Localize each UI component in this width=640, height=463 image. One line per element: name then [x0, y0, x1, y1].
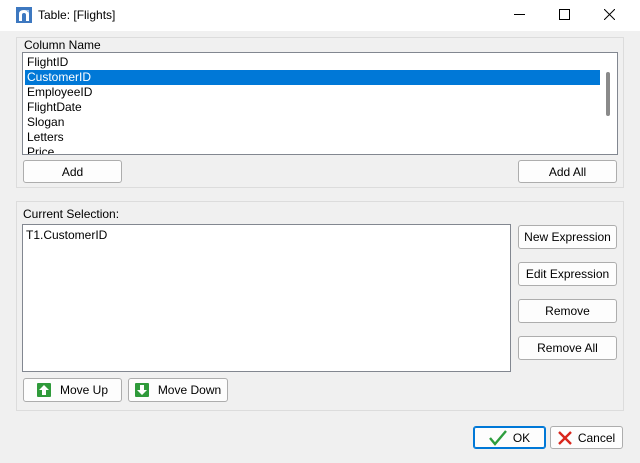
edit-expression-button[interactable]: Edit Expression — [518, 262, 617, 286]
column-name-label: Column Name — [24, 38, 101, 52]
new-expression-button[interactable]: New Expression — [518, 225, 617, 249]
move-down-button[interactable]: Move Down — [128, 378, 228, 402]
scrollbar-thumb[interactable] — [606, 72, 610, 116]
maximize-icon — [558, 8, 570, 23]
close-icon — [603, 8, 615, 23]
remove-button[interactable]: Remove — [518, 299, 617, 323]
ok-button[interactable]: OK — [473, 426, 546, 449]
column-name-list[interactable]: FlightID CustomerID EmployeeID FlightDat… — [22, 52, 618, 155]
list-item[interactable]: FlightDate — [25, 100, 600, 115]
list-item[interactable]: Slogan — [25, 115, 600, 130]
title-bar: Table: [Flights] — [0, 0, 640, 31]
list-item[interactable]: EmployeeID — [25, 85, 600, 100]
list-item[interactable]: Letters — [25, 130, 600, 145]
current-selection-list[interactable]: T1.CustomerID — [22, 224, 511, 372]
ok-label: OK — [512, 430, 531, 445]
minimize-icon — [513, 9, 525, 23]
x-icon — [557, 430, 572, 445]
list-item[interactable]: T1.CustomerID — [26, 228, 107, 242]
remove-all-button[interactable]: Remove All — [518, 336, 617, 360]
current-selection-label: Current Selection: — [23, 207, 120, 221]
arrow-up-icon — [36, 383, 51, 397]
move-up-button[interactable]: Move Up — [23, 378, 122, 402]
close-button[interactable] — [586, 0, 632, 31]
move-up-label: Move Up — [59, 383, 109, 397]
cancel-label: Cancel — [577, 430, 616, 445]
cancel-button[interactable]: Cancel — [550, 426, 623, 449]
table-app-icon — [16, 7, 32, 23]
add-all-button[interactable]: Add All — [518, 160, 617, 183]
minimize-button[interactable] — [496, 0, 542, 31]
add-button[interactable]: Add — [23, 160, 122, 183]
list-item[interactable]: Price — [25, 145, 600, 154]
checkmark-icon — [488, 429, 507, 446]
list-item[interactable]: FlightID — [25, 55, 600, 70]
list-item-selected[interactable]: CustomerID — [25, 70, 600, 85]
maximize-button[interactable] — [541, 0, 587, 31]
move-down-label: Move Down — [157, 383, 222, 397]
vertical-scrollbar[interactable] — [600, 54, 616, 153]
window-title: Table: [Flights] — [38, 8, 116, 22]
arrow-down-icon — [134, 383, 149, 397]
